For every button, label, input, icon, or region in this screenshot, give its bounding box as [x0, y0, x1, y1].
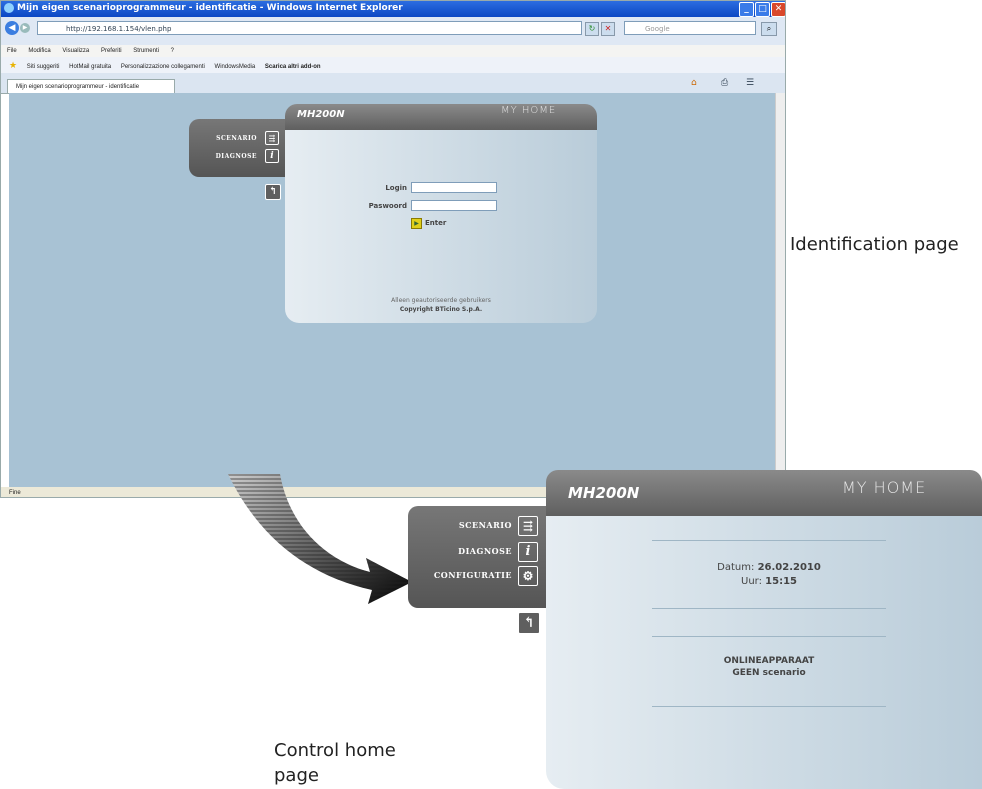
- fav-siti-suggeriti[interactable]: Siti suggeriti: [27, 64, 60, 70]
- favorites-bar: ★ Siti suggeriti HotMail gratuita Person…: [1, 57, 785, 73]
- identification-caption: Identification page: [790, 234, 959, 255]
- control-page: SCENARIO ⇶ DIAGNOSE i CONFIGURATIE ⚙ ↰ M…: [408, 470, 982, 789]
- scenario-icon[interactable]: ⇶: [265, 131, 279, 145]
- date-value: 26.02.2010: [757, 562, 821, 573]
- minimize-button[interactable]: _: [739, 2, 754, 17]
- password-input[interactable]: [411, 200, 497, 211]
- enter-button[interactable]: Enter: [425, 219, 446, 227]
- back-icon[interactable]: ◀: [5, 21, 19, 35]
- favorites-star-icon[interactable]: ★: [9, 60, 17, 70]
- menu-preferiti[interactable]: Preferiti: [101, 48, 122, 54]
- menu-scenario[interactable]: SCENARIO: [216, 135, 257, 142]
- divider: [652, 540, 886, 541]
- fav-hotmail[interactable]: HotMail gratuita: [69, 64, 111, 70]
- date-row: Datum: 26.02.2010: [652, 562, 886, 573]
- window-title: Mijn eigen scenarioprogrammeur - identif…: [17, 3, 403, 13]
- menu-scenario[interactable]: SCENARIO: [459, 520, 512, 530]
- scrollbar[interactable]: [775, 93, 785, 487]
- enter-icon[interactable]: ▶: [411, 218, 422, 229]
- scenario-icon[interactable]: ⇶: [518, 516, 538, 536]
- stop-icon[interactable]: ✕: [601, 22, 615, 36]
- divider: [652, 706, 886, 707]
- back-arrow-icon[interactable]: ↰: [265, 184, 281, 200]
- refresh-icon[interactable]: ↻: [585, 22, 599, 36]
- control-panel: [546, 516, 982, 789]
- menu-visualizza[interactable]: Visualizza: [62, 48, 89, 54]
- print-icon[interactable]: ⎙: [721, 78, 728, 88]
- date-label: Datum:: [717, 562, 755, 573]
- search-icon[interactable]: ⌕: [761, 22, 777, 36]
- maximize-button[interactable]: □: [755, 2, 770, 17]
- forward-icon[interactable]: ▶: [20, 23, 30, 33]
- login-brand: MH200N: [297, 109, 345, 120]
- divider: [652, 636, 886, 637]
- control-logo: MY HOME: [842, 478, 927, 497]
- control-caption: Control home page: [274, 740, 396, 786]
- login-footer-line1: Alleen geautoriseerde gebruikers: [391, 297, 491, 304]
- time-label: Uur:: [741, 576, 762, 587]
- search-input[interactable]: Google: [624, 21, 756, 35]
- ie-icon: [4, 3, 14, 13]
- info-icon[interactable]: i: [265, 149, 279, 163]
- menu-strumenti[interactable]: Strumenti: [133, 48, 159, 54]
- time-row: Uur: 15:15: [652, 576, 886, 587]
- title-bar: Mijn eigen scenarioprogrammeur - identif…: [1, 1, 785, 17]
- status-line1: ONLINEAPPARAAT: [723, 656, 815, 666]
- browser-window: Mijn eigen scenarioprogrammeur - identif…: [0, 0, 786, 498]
- login-side-menu: [189, 119, 285, 177]
- close-button[interactable]: ✕: [771, 2, 785, 17]
- password-label: Paswoord: [368, 202, 407, 210]
- time-value: 15:15: [765, 576, 797, 587]
- menu-modifica[interactable]: Modifica: [28, 48, 50, 54]
- menu-diagnose[interactable]: DIAGNOSE: [458, 546, 512, 556]
- fav-personalizzazione[interactable]: Personalizzazione collegamenti: [121, 64, 205, 70]
- back-arrow-icon[interactable]: ↰: [518, 612, 540, 634]
- login-input[interactable]: [411, 182, 497, 193]
- control-brand: MH200N: [568, 484, 640, 502]
- menu-file[interactable]: File: [7, 48, 17, 54]
- divider: [652, 608, 886, 609]
- page-icon[interactable]: ☰: [746, 78, 754, 88]
- browser-tab[interactable]: Mijn eigen scenarioprogrammeur - identif…: [7, 79, 175, 93]
- address-input[interactable]: http://192.168.1.154/vlen.php: [37, 21, 582, 35]
- fav-add-on[interactable]: Scarica altri add-on: [265, 64, 321, 70]
- transition-arrow: [228, 474, 412, 604]
- menu-help[interactable]: ?: [171, 48, 174, 54]
- login-logo: MY HOME: [501, 105, 557, 116]
- login-footer-line2: Copyright BTicino S.p.A.: [399, 306, 483, 313]
- login-label: Login: [385, 184, 407, 192]
- settings-icon[interactable]: ⚙: [518, 566, 538, 586]
- status-line2: GEEN scenario: [732, 668, 806, 678]
- menu-bar: File Modifica Visualizza Preferiti Strum…: [1, 45, 785, 57]
- menu-diagnose[interactable]: DIAGNOSE: [216, 153, 257, 160]
- fav-windowsmedia[interactable]: WindowsMedia: [215, 64, 256, 70]
- info-icon[interactable]: i: [518, 542, 538, 562]
- home-icon[interactable]: ⌂: [691, 78, 697, 88]
- menu-configuratie[interactable]: CONFIGURATIE: [434, 570, 512, 580]
